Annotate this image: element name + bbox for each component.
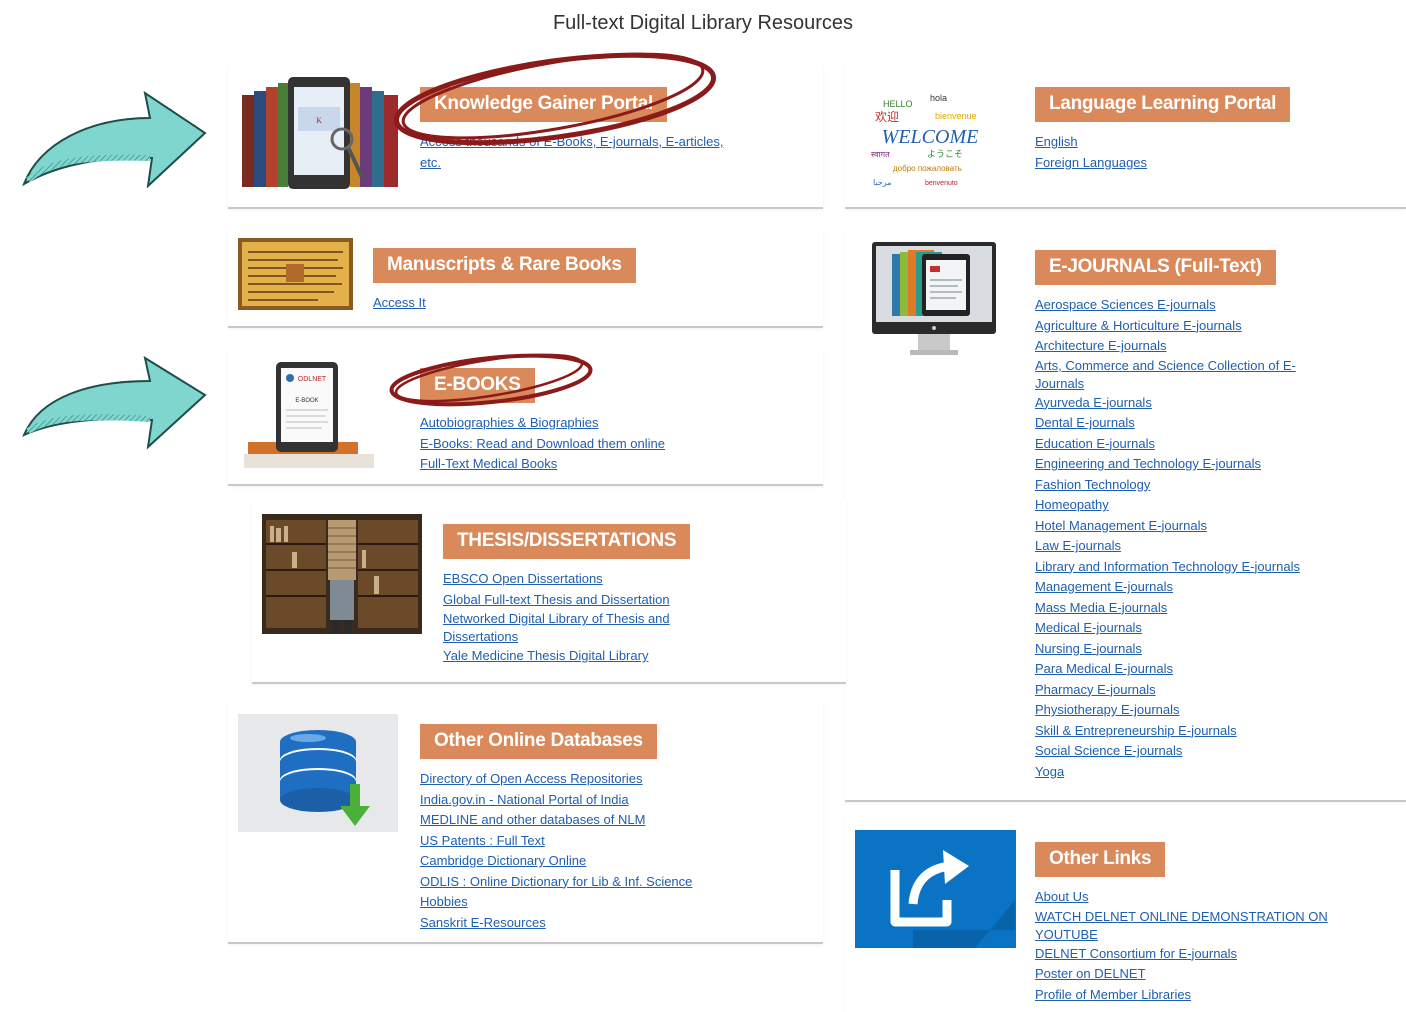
svg-text:مرحبا: مرحبا — [873, 178, 892, 187]
section-link[interactable]: Management E-journals — [1035, 577, 1385, 598]
tablet-icon: ODLNET E-BOOK — [240, 358, 380, 476]
section-link[interactable]: WATCH DELNET ONLINE DEMONSTRATION ON YOU… — [1035, 908, 1345, 944]
svg-text:bienvenue: bienvenue — [935, 111, 977, 121]
monitor-icon — [870, 240, 1000, 360]
section-link[interactable]: Homeopathy — [1035, 495, 1385, 516]
section-link[interactable]: Full-Text Medical Books — [420, 454, 750, 475]
manuscripts-thumbnail — [238, 238, 353, 310]
section-link[interactable]: India.gov.in - National Portal of India — [420, 790, 760, 811]
external-link-icon — [855, 830, 1016, 948]
section-link[interactable]: Agriculture & Horticulture E-journals — [1035, 316, 1385, 337]
section-link[interactable]: Autobiographies & Biographies — [420, 413, 750, 434]
section-title: E-BOOKS — [420, 368, 535, 403]
svg-text:добро пожаловать: добро пожаловать — [893, 164, 962, 173]
section-title: E-JOURNALS (Full-Text) — [1035, 250, 1276, 285]
section-link[interactable]: EBSCO Open Dissertations — [443, 569, 733, 590]
arrow-annotation-icon — [22, 355, 207, 450]
section-ejournals: E-JOURNALS (Full-Text) Aerospace Science… — [845, 228, 1406, 802]
section-title: Other Links — [1035, 842, 1166, 877]
section-title: Knowledge Gainer Portal — [420, 87, 668, 122]
section-link[interactable]: Aerospace Sciences E-journals — [1035, 295, 1385, 316]
svg-text:HELLO: HELLO — [883, 99, 913, 109]
section-knowledge: K Knowledge Gainer Portal Access thousan… — [228, 65, 823, 209]
section-link[interactable]: Yoga — [1035, 762, 1385, 783]
section-link[interactable]: Library and Information Technology E-jou… — [1035, 557, 1385, 578]
svg-text:ODLNET: ODLNET — [298, 376, 327, 383]
section-thesis: THESIS/DISSERTATIONS EBSCO Open Disserta… — [252, 500, 846, 684]
section-title: Other Online Databases — [420, 724, 657, 759]
svg-text:hola: hola — [930, 93, 947, 103]
section-link[interactable]: Architecture E-journals — [1035, 336, 1385, 357]
section-title: Manuscripts & Rare Books — [373, 248, 636, 283]
section-link[interactable]: Education E-journals — [1035, 434, 1385, 455]
thesis-thumbnail — [262, 514, 422, 634]
section-link[interactable]: Networked Digital Library of Thesis and … — [443, 610, 713, 646]
section-link[interactable]: Fashion Technology — [1035, 475, 1385, 496]
section-link[interactable]: Skill & Entrepreneurship E-journals — [1035, 721, 1385, 742]
section-link[interactable]: Sanskrit E-Resources — [420, 913, 760, 934]
section-link[interactable]: Arts, Commerce and Science Collection of… — [1035, 357, 1335, 393]
section-link[interactable]: Access It — [373, 293, 773, 314]
section-link[interactable]: English — [1035, 132, 1375, 153]
section-link[interactable]: DELNET Consortium for E-journals — [1035, 944, 1355, 965]
section-link[interactable]: Foreign Languages — [1035, 153, 1375, 174]
svg-text:E-BOOK: E-BOOK — [295, 398, 318, 404]
section-link[interactable]: About Us — [1035, 887, 1355, 908]
section-otherlinks: Other Links About Us WATCH DELNET ONLINE… — [845, 818, 1406, 1012]
svg-text:K: K — [316, 116, 322, 125]
section-manuscripts: Manuscripts & Rare Books Access It — [228, 228, 823, 328]
section-link[interactable]: Yale Medicine Thesis Digital Library — [443, 646, 733, 667]
section-link[interactable]: Profile of Member Libraries — [1035, 985, 1355, 1006]
svg-text:benvenuto: benvenuto — [925, 180, 958, 187]
language-thumbnail: HELLO hola 欢迎 bienvenue WELCOME स्वागत よ… — [865, 85, 995, 195]
section-link[interactable]: Ayurveda E-journals — [1035, 393, 1385, 414]
section-databases: Other Online Databases Directory of Open… — [228, 702, 823, 944]
section-link[interactable]: Mass Media E-journals — [1035, 598, 1385, 619]
arrow-annotation-icon — [22, 90, 207, 188]
svg-text:स्वागत: स्वागत — [871, 150, 890, 159]
section-link[interactable]: Global Full-text Thesis and Dissertation — [443, 590, 733, 611]
section-title: THESIS/DISSERTATIONS — [443, 524, 691, 559]
section-link[interactable]: Cambridge Dictionary Online — [420, 851, 760, 872]
section-link[interactable]: US Patents : Full Text — [420, 831, 760, 852]
page-title: Full-text Digital Library Resources — [552, 12, 854, 34]
section-link[interactable]: MEDLINE and other databases of NLM — [420, 810, 760, 831]
section-link[interactable]: Pharmacy E-journals — [1035, 680, 1385, 701]
section-link[interactable]: Poster on DELNET — [1035, 964, 1355, 985]
section-title: Language Learning Portal — [1035, 87, 1291, 122]
section-link[interactable]: Access thousands of E-Books, E-journals,… — [420, 132, 740, 173]
section-link[interactable]: Law E-journals — [1035, 536, 1385, 557]
svg-text:欢迎: 欢迎 — [875, 109, 899, 124]
section-link[interactable]: ODLIS : Online Dictionary for Lib & Inf.… — [420, 872, 760, 893]
section-link[interactable]: Nursing E-journals — [1035, 639, 1385, 660]
section-link[interactable]: Directory of Open Access Repositories — [420, 769, 760, 790]
section-link[interactable]: Dental E-journals — [1035, 413, 1385, 434]
section-link[interactable]: Para Medical E-journals — [1035, 659, 1385, 680]
section-link[interactable]: Physiotherapy E-journals — [1035, 700, 1385, 721]
section-language: HELLO hola 欢迎 bienvenue WELCOME स्वागत よ… — [845, 65, 1406, 209]
section-link[interactable]: Social Science E-journals — [1035, 741, 1385, 762]
section-link[interactable]: Hotel Management E-journals — [1035, 516, 1385, 537]
section-link[interactable]: Hobbies — [420, 892, 760, 913]
svg-text:ようこそ: ようこそ — [927, 149, 963, 159]
database-icon — [238, 714, 398, 832]
knowledge-thumbnail: K — [240, 77, 400, 192]
svg-text:WELCOME: WELCOME — [882, 126, 979, 148]
section-link[interactable]: E-Books: Read and Download them online — [420, 434, 750, 455]
section-link[interactable]: Medical E-journals — [1035, 618, 1385, 639]
section-link[interactable]: Engineering and Technology E-journals — [1035, 454, 1385, 475]
section-ebooks: ODLNET E-BOOK E-BOOKS Autobiographies & … — [228, 348, 823, 486]
